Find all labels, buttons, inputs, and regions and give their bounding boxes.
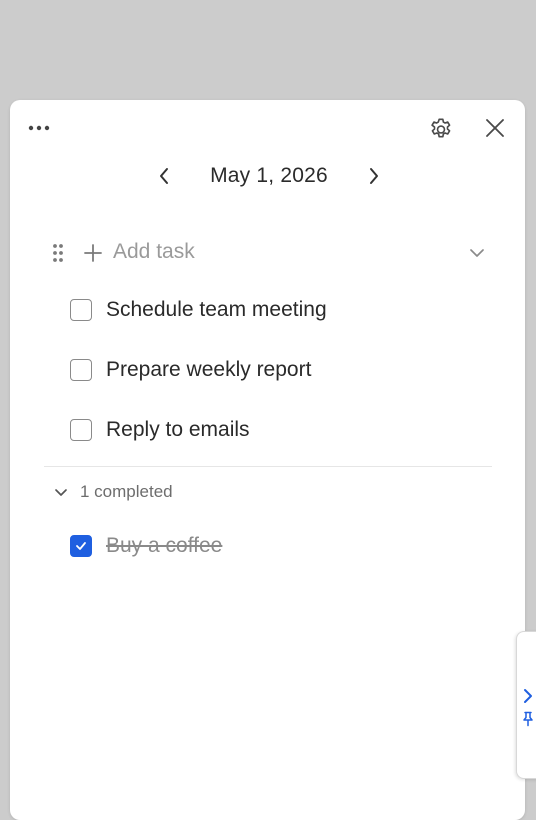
date-navigator: May 1, 2026 [10, 158, 525, 194]
task-checkbox[interactable] [70, 359, 92, 381]
close-button[interactable] [479, 112, 511, 144]
pin-icon [523, 711, 533, 727]
current-date[interactable]: May 1, 2026 [180, 164, 358, 188]
task-label: Prepare weekly report [106, 358, 312, 381]
add-task-button[interactable] [80, 240, 106, 266]
task-label: Reply to emails [106, 418, 250, 441]
previous-day-button[interactable] [148, 160, 180, 192]
task-item[interactable]: Prepare weekly report [70, 352, 490, 388]
completed-section-toggle[interactable]: 1 completed [54, 478, 173, 506]
side-panel-tab [516, 631, 536, 779]
completed-task-item[interactable]: Buy a coffee [70, 528, 490, 564]
chevron-down-icon [55, 488, 67, 496]
more-horizontal-icon [28, 125, 50, 131]
settings-button[interactable] [425, 112, 457, 144]
task-checkbox[interactable] [70, 299, 92, 321]
close-icon [486, 119, 504, 137]
next-day-button[interactable] [358, 160, 390, 192]
completed-count: 1 completed [80, 482, 173, 501]
task-item[interactable]: Schedule team meeting [70, 292, 490, 328]
chevron-down-icon [470, 249, 484, 257]
task-label: Schedule team meeting [106, 298, 327, 321]
completed-task-label: Buy a coffee [106, 534, 223, 557]
add-task-input[interactable]: Add task [113, 240, 195, 264]
chevron-left-icon [160, 168, 168, 184]
task-checkbox-checked[interactable] [70, 535, 92, 557]
tasks-panel: May 1, 2026 Add task Schedule team meeti… [10, 100, 525, 820]
expand-panel-button[interactable] [519, 686, 536, 706]
add-task-row: Add task [44, 234, 492, 272]
chevron-right-icon [524, 689, 532, 703]
task-checkbox[interactable] [70, 419, 92, 441]
gear-icon [431, 118, 451, 138]
chevron-right-icon [370, 168, 378, 184]
task-item[interactable]: Reply to emails [70, 412, 490, 448]
more-options-button[interactable] [24, 114, 56, 142]
divider [44, 466, 492, 467]
drag-handle[interactable] [48, 240, 68, 266]
collapse-tasks-button[interactable] [462, 238, 492, 268]
plus-icon [84, 244, 102, 262]
drag-handle-icon [53, 244, 63, 262]
checkmark-icon [76, 542, 86, 550]
pin-button[interactable] [519, 710, 536, 728]
